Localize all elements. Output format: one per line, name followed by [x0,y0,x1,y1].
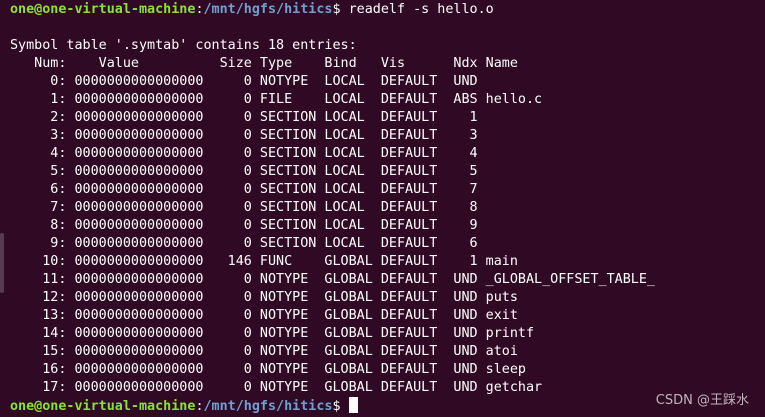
table-row: 13: 0000000000000000 0 NOTYPE GLOBAL DEF… [10,308,518,323]
watermark-text: CSDN @王踩水 [655,393,749,408]
symbol-table-header: Symbol table '.symtab' contains 18 entri… [10,38,357,53]
prompt-separator: : [195,399,204,414]
table-row: 7: 0000000000000000 0 SECTION LOCAL DEFA… [10,200,486,215]
prompt-separator: : [195,2,204,17]
table-row: 0: 0000000000000000 0 NOTYPE LOCAL DEFAU… [10,74,486,89]
table-row: 12: 0000000000000000 0 NOTYPE GLOBAL DEF… [10,290,518,305]
table-row: 15: 0000000000000000 0 NOTYPE GLOBAL DEF… [10,344,518,359]
table-row: 6: 0000000000000000 0 SECTION LOCAL DEFA… [10,182,486,197]
text-cursor [348,397,358,413]
prompt-user-host: one@one-virtual-machine [10,2,196,17]
table-row: 16: 0000000000000000 0 NOTYPE GLOBAL DEF… [10,362,526,377]
table-row: 9: 0000000000000000 0 SECTION LOCAL DEFA… [10,236,486,251]
prompt-symbol: $ [332,2,349,17]
table-row: 1: 0000000000000000 0 FILE LOCAL DEFAULT… [10,92,543,107]
prompt-path: /mnt/hgfs/hitics [203,399,333,414]
scrollbar-handle[interactable] [0,233,4,293]
table-row: 2: 0000000000000000 0 SECTION LOCAL DEFA… [10,110,486,125]
table-row: 11: 0000000000000000 0 NOTYPE GLOBAL DEF… [10,272,655,287]
terminal-output[interactable]: one@one-virtual-machine:/mnt/hgfs/hitics… [10,1,765,415]
prompt-user-host: one@one-virtual-machine [10,399,196,414]
table-row: 17: 0000000000000000 0 NOTYPE GLOBAL DEF… [10,380,543,395]
prompt-symbol: $ [332,399,349,414]
table-row: 4: 0000000000000000 0 SECTION LOCAL DEFA… [10,146,486,161]
current-prompt-line[interactable]: one@one-virtual-machine:/mnt/hgfs/hitics… [10,397,765,415]
table-row: 5: 0000000000000000 0 SECTION LOCAL DEFA… [10,164,486,179]
column-headers: Num: Value Size Type Bind Vis Ndx Name [10,56,518,71]
table-row: 8: 0000000000000000 0 SECTION LOCAL DEFA… [10,218,486,233]
table-row: 3: 0000000000000000 0 SECTION LOCAL DEFA… [10,128,486,143]
table-row: 14: 0000000000000000 0 NOTYPE GLOBAL DEF… [10,326,535,341]
prompt-path: /mnt/hgfs/hitics [203,2,333,17]
table-row: 10: 0000000000000000 146 FUNC GLOBAL DEF… [10,254,518,269]
command-text: readelf -s hello.o [348,2,494,17]
command-line: one@one-virtual-machine:/mnt/hgfs/hitics… [10,1,765,19]
